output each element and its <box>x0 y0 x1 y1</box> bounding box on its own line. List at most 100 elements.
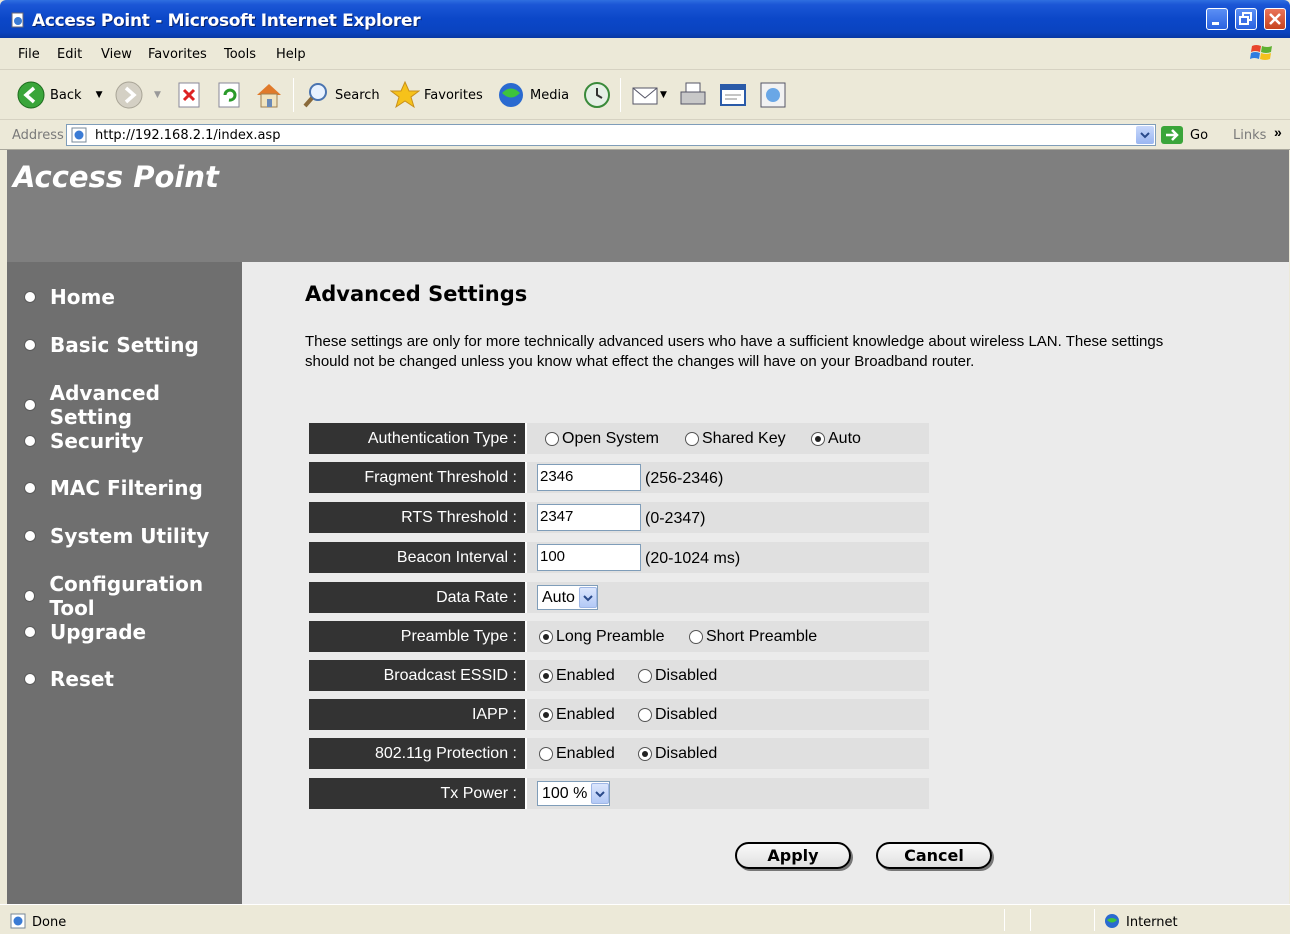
security-zone: Internet <box>1126 915 1178 930</box>
toolbar-separator <box>293 78 294 112</box>
menu-tools[interactable]: Tools <box>224 47 256 62</box>
messenger-icon <box>760 82 786 108</box>
links-button[interactable]: Links <box>1233 128 1266 143</box>
radio-protection-enabled[interactable]: Enabled <box>539 745 615 763</box>
sidebar-item-upgrade[interactable]: Upgrade <box>25 620 146 644</box>
address-dropdown-button[interactable] <box>1136 126 1154 144</box>
media-button[interactable]: Media <box>496 78 569 112</box>
broadcast-essid-value: Enabled Disabled <box>525 660 929 691</box>
radio-long-preamble[interactable]: Long Preamble <box>539 628 665 646</box>
menu-bar: File Edit View Favorites Tools Help <box>0 38 1290 70</box>
row-rts-threshold: RTS Threshold : 2347 (0-2347) <box>309 502 929 533</box>
radio-short-preamble[interactable]: Short Preamble <box>689 628 817 646</box>
globe-icon <box>1105 914 1119 928</box>
cancel-button[interactable]: Cancel <box>876 842 992 869</box>
radio-auto[interactable]: Auto <box>811 430 861 448</box>
menu-favorites[interactable]: Favorites <box>148 47 207 62</box>
radio-protection-disabled[interactable]: Disabled <box>638 745 717 763</box>
address-input[interactable]: http://192.168.2.1/index.asp <box>66 124 1156 146</box>
refresh-button[interactable] <box>216 78 242 112</box>
radio-open-system[interactable]: Open System <box>545 430 659 448</box>
ie-window: Access Point - Microsoft Internet Explor… <box>0 0 1290 934</box>
menu-help[interactable]: Help <box>276 47 306 62</box>
minimize-icon <box>1212 22 1219 25</box>
radio-circle-selected <box>811 432 825 446</box>
bullet-icon <box>25 400 35 410</box>
ie-page-icon <box>71 127 87 143</box>
beacon-interval-label: Beacon Interval : <box>309 542 525 573</box>
data-rate-select[interactable]: Auto <box>537 585 598 610</box>
radio-shared-key[interactable]: Shared Key <box>685 430 786 448</box>
mail-button[interactable]: ▼ <box>630 78 667 112</box>
page-description: These settings are only for more technic… <box>305 333 1164 370</box>
radio-iapp-enabled[interactable]: Enabled <box>539 706 615 724</box>
status-divider <box>1030 909 1031 931</box>
bullet-icon <box>25 627 35 637</box>
radio-circle <box>685 432 699 446</box>
bullet-icon <box>25 483 35 493</box>
apply-button[interactable]: Apply <box>735 842 851 869</box>
sidebar-item-advanced-setting[interactable]: Advanced Setting <box>25 381 242 429</box>
favorites-button[interactable]: Favorites <box>390 78 483 112</box>
home-button[interactable] <box>254 78 284 112</box>
bullet-icon <box>25 591 35 601</box>
restore-button[interactable] <box>1235 8 1257 30</box>
back-dropdown-icon[interactable]: ▼ <box>96 90 103 100</box>
protection-label: 802.11g Protection : <box>309 738 525 769</box>
menu-file[interactable]: File <box>18 47 40 62</box>
edit-button[interactable] <box>718 78 748 112</box>
row-preamble-type: Preamble Type : Long Preamble Short Prea… <box>309 621 929 652</box>
sidebar-item-system-utility[interactable]: System Utility <box>25 524 209 548</box>
fragment-threshold-value: 2346 (256-2346) <box>525 462 929 493</box>
rts-threshold-range: (0-2347) <box>645 510 706 527</box>
messenger-button[interactable] <box>758 78 788 112</box>
stop-button[interactable] <box>176 78 202 112</box>
mail-dropdown-icon[interactable]: ▼ <box>660 90 667 100</box>
rts-threshold-label: RTS Threshold : <box>309 502 525 533</box>
tx-power-select[interactable]: 100 % <box>537 781 611 806</box>
radio-essid-disabled[interactable]: Disabled <box>638 667 717 685</box>
rts-threshold-input[interactable]: 2347 <box>537 504 641 531</box>
print-icon <box>680 82 706 105</box>
row-iapp: IAPP : Enabled Disabled <box>309 699 929 730</box>
sidebar-item-reset[interactable]: Reset <box>25 667 114 691</box>
windows-logo-icon <box>1250 45 1272 60</box>
search-icon <box>303 83 327 108</box>
row-broadcast-essid: Broadcast ESSID : Enabled Disabled <box>309 660 929 691</box>
links-chevron-icon[interactable]: » <box>1274 124 1282 140</box>
print-button[interactable] <box>678 78 708 112</box>
search-button[interactable]: Search <box>301 78 380 112</box>
row-fragment-threshold: Fragment Threshold : 2346 (256-2346) <box>309 462 929 493</box>
forward-dropdown-icon[interactable]: ▼ <box>154 90 161 100</box>
toolbar-separator <box>620 78 621 112</box>
radio-iapp-disabled[interactable]: Disabled <box>638 706 717 724</box>
go-arrow-icon <box>1161 126 1183 144</box>
beacon-interval-input[interactable]: 100 <box>537 544 641 571</box>
window-title: Access Point - Microsoft Internet Explor… <box>32 11 421 31</box>
back-button[interactable]: Back ▼ <box>16 78 102 112</box>
menu-view[interactable]: View <box>101 47 132 62</box>
chevron-down-icon <box>578 587 597 608</box>
forward-button[interactable]: ▼ <box>114 78 161 112</box>
sidebar-item-basic-setting[interactable]: Basic Setting <box>25 333 199 357</box>
radio-circle-selected <box>539 630 553 644</box>
stop-icon <box>178 82 200 108</box>
sidebar-item-security[interactable]: Security <box>25 429 143 453</box>
menu-edit[interactable]: Edit <box>57 47 82 62</box>
fragment-threshold-input[interactable]: 2346 <box>537 464 641 491</box>
iapp-value: Enabled Disabled <box>525 699 929 730</box>
close-button[interactable] <box>1264 8 1286 30</box>
status-text: Done <box>32 915 67 930</box>
minimize-button[interactable] <box>1206 8 1228 30</box>
history-button[interactable] <box>582 78 612 112</box>
radio-essid-enabled[interactable]: Enabled <box>539 667 615 685</box>
radio-circle <box>545 432 559 446</box>
go-button[interactable]: Go <box>1160 125 1208 145</box>
radio-circle-selected <box>638 747 652 761</box>
sidebar-item-home[interactable]: Home <box>25 285 115 309</box>
preamble-type-value: Long Preamble Short Preamble <box>525 621 929 652</box>
sidebar-item-configuration-tool[interactable]: Configuration Tool <box>25 572 242 620</box>
sidebar-item-mac-filtering[interactable]: MAC Filtering <box>25 476 203 500</box>
ie-page-icon <box>10 913 26 929</box>
web-page: Access Point Home Basic Setting Advanced… <box>7 150 1289 904</box>
